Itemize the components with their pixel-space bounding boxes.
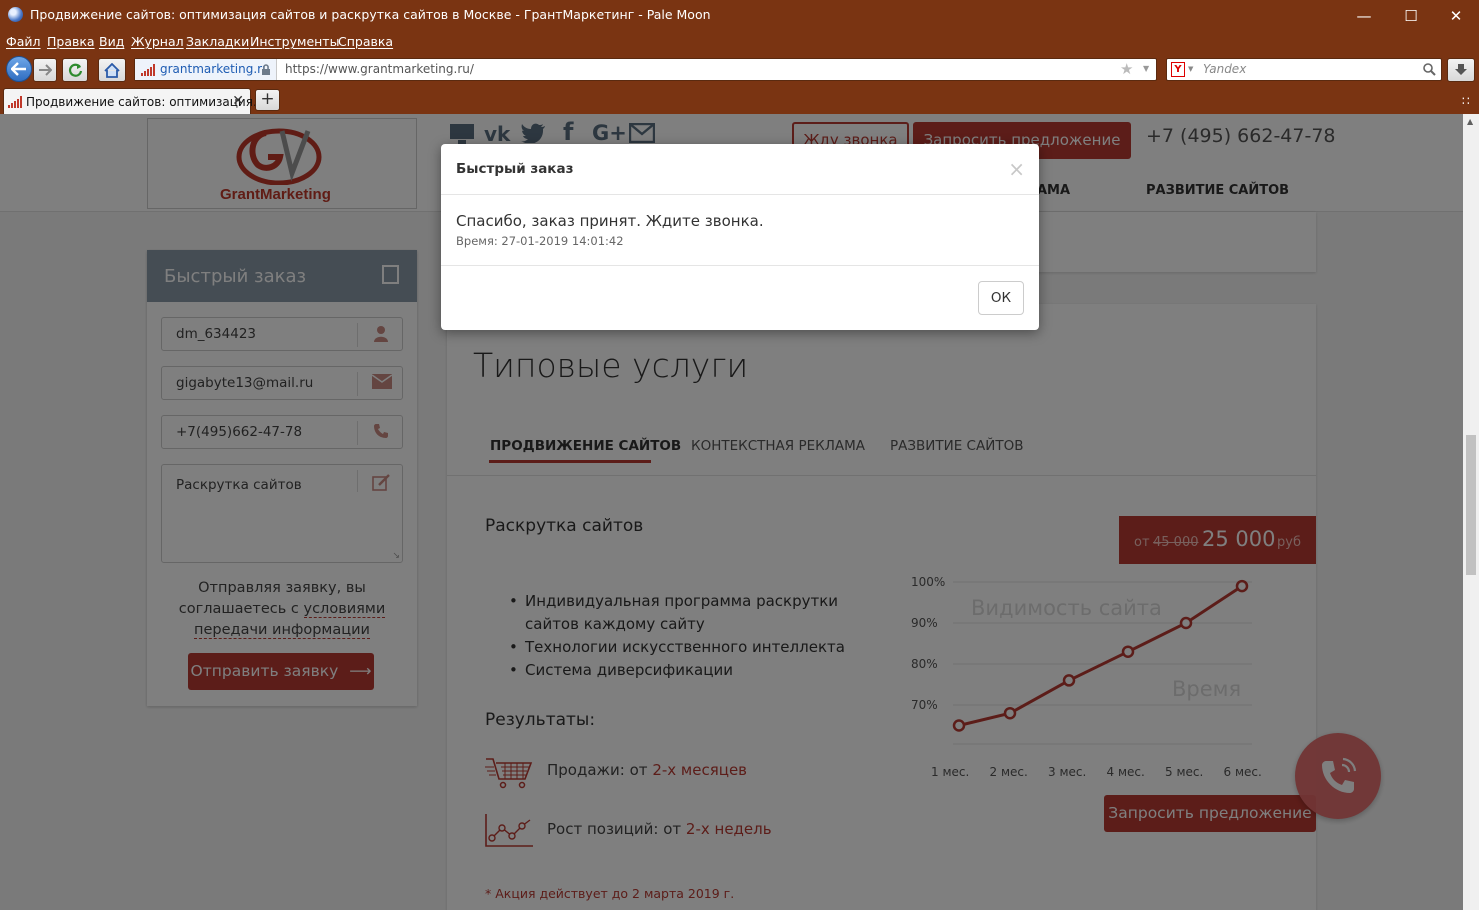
url-bar[interactable]: grantmarketing.ru https://www.grantmarke… (134, 58, 1157, 81)
menu-bookmarks[interactable]: Закладки (186, 34, 249, 49)
dialog-close-icon[interactable]: × (1008, 157, 1025, 181)
dialog-footer-divider (441, 265, 1039, 266)
search-placeholder: Yandex (1203, 62, 1247, 76)
tab-grantmarketing[interactable]: Продвижение сайтов: оптимизация... ✕ (3, 88, 264, 114)
reload-icon (68, 63, 82, 77)
lock-icon (262, 64, 270, 75)
dialog-timestamp: Время: 27-01-2019 14:01:42 (456, 234, 624, 248)
pale-moon-icon (8, 7, 23, 22)
forward-button[interactable] (33, 58, 57, 82)
arrow-left-icon (11, 62, 26, 76)
tab-label: Продвижение сайтов: оптимизация... (26, 95, 265, 109)
back-button[interactable] (6, 56, 32, 82)
page-viewport: GrantMarketing vk f G+ Жду звонка Запрос… (0, 114, 1463, 910)
search-icon[interactable] (1423, 63, 1436, 76)
download-arrow-icon (1455, 64, 1467, 75)
url-dropdown-icon[interactable]: ▼ (1143, 64, 1149, 73)
navigation-toolbar: grantmarketing.ru https://www.grantmarke… (0, 53, 1479, 86)
tab-favicon-icon (8, 96, 22, 108)
menu-bar: Файл Правка Вид Журнал Закладки Инструме… (0, 31, 1479, 53)
menu-file[interactable]: Файл (6, 34, 41, 49)
arrow-right-icon (39, 64, 52, 76)
window-title: Продвижение сайтов: оптимизация сайтов и… (30, 7, 711, 22)
tab-bar: Продвижение сайтов: оптимизация... ✕ + ∷ (0, 86, 1479, 114)
home-icon (104, 62, 120, 78)
menu-tools[interactable]: Инструменты (250, 34, 339, 49)
downloads-button[interactable] (1447, 58, 1475, 82)
vertical-scrollbar[interactable]: ▲ (1463, 114, 1479, 910)
dialog-ok-button[interactable]: ОК (978, 281, 1024, 315)
scrollbar-thumb[interactable] (1466, 435, 1476, 575)
menu-edit[interactable]: Правка (47, 34, 95, 49)
tab-list-icon[interactable]: ∷ (1462, 94, 1470, 108)
menu-view[interactable]: Вид (99, 34, 124, 49)
yandex-icon[interactable]: Y (1171, 62, 1185, 77)
engine-dropdown-icon[interactable]: ▼ (1188, 65, 1193, 73)
reload-button[interactable] (62, 58, 88, 82)
dialog-header: Быстрый заказ × (441, 144, 1039, 195)
window-titlebar: Продвижение сайтов: оптимизация сайтов и… (0, 0, 1479, 31)
new-tab-button[interactable]: + (255, 89, 280, 111)
scroll-up-icon[interactable]: ▲ (1467, 117, 1473, 126)
dialog-title: Быстрый заказ (456, 161, 574, 177)
maximize-button[interactable]: ☐ (1388, 0, 1434, 31)
minimize-button[interactable]: — (1341, 0, 1387, 31)
site-identity[interactable]: grantmarketing.ru (135, 59, 277, 80)
order-confirmation-dialog: Быстрый заказ × Спасибо, заказ принят. Ж… (441, 144, 1039, 330)
bookmark-star-icon[interactable]: ★ (1120, 60, 1133, 78)
tab-close-icon[interactable]: ✕ (232, 93, 244, 109)
site-favicon-icon (141, 64, 155, 76)
site-domain: grantmarketing.ru (160, 62, 270, 76)
dialog-message: Спасибо, заказ принят. Ждите звонка. (456, 212, 764, 230)
search-bar[interactable]: Y ▼ Yandex (1166, 58, 1442, 81)
home-button[interactable] (98, 58, 126, 82)
close-window-button[interactable]: ✕ (1433, 0, 1479, 31)
url-text: https://www.grantmarketing.ru/ (285, 62, 474, 76)
menu-history[interactable]: Журнал (131, 34, 184, 49)
menu-help[interactable]: Справка (338, 34, 393, 49)
